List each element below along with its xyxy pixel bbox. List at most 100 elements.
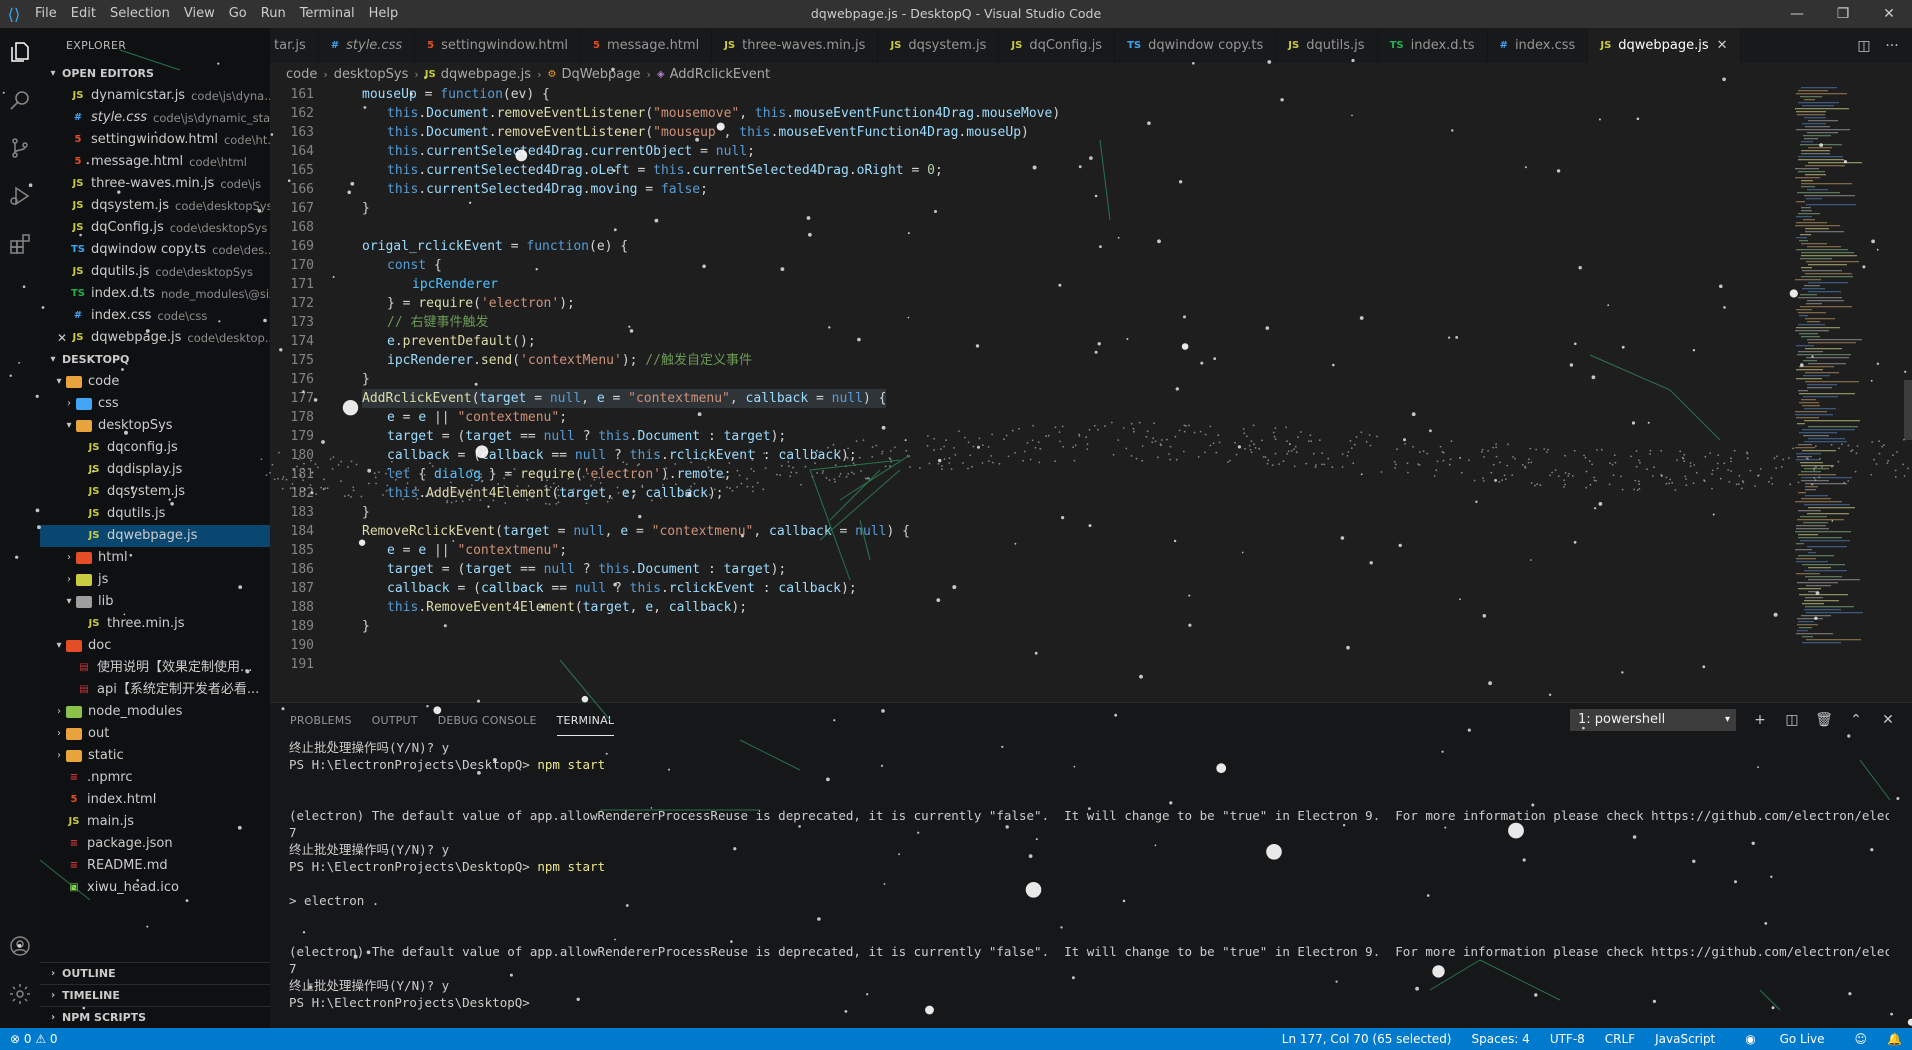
timeline-header[interactable]: › TIMELINE [40, 984, 270, 1006]
editor-tab[interactable]: tar.js [270, 28, 319, 63]
open-editor-item[interactable]: JS dqConfig.js code\desktopSys [40, 217, 270, 239]
minimize-icon[interactable]: — [1774, 0, 1820, 28]
close-icon[interactable]: ✕ [1717, 38, 1728, 53]
close-icon[interactable]: ✕ [54, 327, 70, 349]
problems-status[interactable]: ⊗ 0 ⚠ 0 [10, 1032, 58, 1046]
menu-file[interactable]: File [28, 0, 64, 28]
tree-item[interactable]: ≡ package.json [40, 833, 270, 855]
breadcrumb-item[interactable]: DqWebpage [561, 67, 640, 82]
editor-tab[interactable]: 5 message.html [581, 28, 713, 63]
tree-item[interactable]: JS dqsystem.js [40, 481, 270, 503]
npm-scripts-header[interactable]: › NPM SCRIPTS [40, 1006, 270, 1028]
editor-tab[interactable]: JS dqutils.js [1276, 28, 1378, 63]
tree-item[interactable]: JS dqwebpage.js [40, 525, 270, 547]
open-editors-header[interactable]: ▾ OPEN EDITORS [40, 63, 270, 85]
editor-tab[interactable]: JS dqsystem.js [878, 28, 1000, 63]
menu-go[interactable]: Go [222, 0, 254, 28]
minimap[interactable] [1790, 85, 1912, 702]
tab-output[interactable]: OUTPUT [372, 706, 418, 735]
tree-item[interactable]: ▾ lib [40, 591, 270, 613]
split-terminal-icon[interactable]: ◫ [1776, 712, 1808, 728]
editor-tab[interactable]: JS three-waves.min.js [712, 28, 879, 63]
editor-tab[interactable]: TS dqwindow copy.ts [1115, 28, 1277, 63]
tree-item[interactable]: 5 index.html [40, 789, 270, 811]
trash-icon[interactable]: 🗑 [1808, 712, 1840, 728]
tree-item[interactable]: › node_modules [40, 701, 270, 723]
tree-item[interactable]: JS dqconfig.js [40, 437, 270, 459]
open-editor-item[interactable]: JS three-waves.min.js code\js [40, 173, 270, 195]
outline-header[interactable]: › OUTLINE [40, 962, 270, 984]
tree-item[interactable]: ≡ .npmrc [40, 767, 270, 789]
tree-item[interactable]: ▾ doc [40, 635, 270, 657]
tree-item[interactable]: JS dqutils.js [40, 503, 270, 525]
split-editor-icon[interactable]: ◫ [1850, 38, 1878, 54]
notifications-bell-icon[interactable]: 🔔 [1887, 1032, 1902, 1046]
close-panel-icon[interactable]: ✕ [1872, 712, 1904, 728]
project-header[interactable]: ▾ DESKTOPQ [40, 349, 270, 371]
source-control-icon[interactable] [0, 124, 40, 172]
settings-gear-icon[interactable] [0, 970, 40, 1018]
run-debug-icon[interactable] [0, 172, 40, 220]
indentation-status[interactable]: Spaces: 4 [1472, 1032, 1530, 1046]
menu-terminal[interactable]: Terminal [293, 0, 362, 28]
open-editor-item[interactable]: # style.css code\js\dynamic_star [40, 107, 270, 129]
restore-icon[interactable]: ❐ [1820, 0, 1866, 28]
tab-problems[interactable]: PROBLEMS [290, 706, 352, 735]
tree-item[interactable]: ▾ desktopSys [40, 415, 270, 437]
close-window-icon[interactable]: ✕ [1866, 0, 1912, 28]
open-editor-item[interactable]: 5 settingwindow.html code\ht... [40, 129, 270, 151]
tab-terminal[interactable]: TERMINAL [556, 706, 615, 736]
explorer-icon[interactable] [0, 28, 40, 76]
maximize-panel-icon[interactable]: ⌃ [1840, 712, 1872, 728]
tree-item[interactable]: ▾ code [40, 371, 270, 393]
code-editor[interactable]: 161 mouseUp = function(ev) {162 this.Docum… [270, 85, 1790, 702]
accounts-icon[interactable] [0, 922, 40, 970]
open-editor-item[interactable]: JS dqutils.js code\desktopSys [40, 261, 270, 283]
editor-tab[interactable]: 5 settingwindow.html [415, 28, 582, 63]
new-terminal-icon[interactable]: + [1744, 712, 1776, 728]
encoding-status[interactable]: UTF-8 [1550, 1032, 1585, 1046]
editor-tab[interactable]: # index.css [1488, 28, 1589, 63]
breadcrumb-item[interactable]: AddRclickEvent [670, 67, 771, 82]
minimap-slider[interactable] [1904, 380, 1912, 440]
open-editor-item[interactable]: JS dynamicstar.js code\js\dyna... [40, 85, 270, 107]
editor-tab[interactable]: JS dqwebpage.js ✕ [1588, 28, 1741, 63]
menu-edit[interactable]: Edit [64, 0, 103, 28]
terminal-output[interactable]: 终止批处理操作吗(Y/N)? y PS H:\ElectronProjects\D… [289, 739, 1889, 1011]
editor-tab[interactable]: TS index.d.ts [1378, 28, 1488, 63]
tree-item[interactable]: › js [40, 569, 270, 591]
open-editor-item[interactable]: TS index.d.ts node_modules\@siz... [40, 283, 270, 305]
tree-item[interactable]: ≡ README.md [40, 855, 270, 877]
tree-item[interactable]: JS three.min.js [40, 613, 270, 635]
tree-item[interactable]: › out [40, 723, 270, 745]
editor-tab[interactable]: # style.css [319, 28, 416, 63]
search-icon[interactable] [0, 76, 40, 124]
language-mode[interactable]: JavaScript [1655, 1032, 1715, 1046]
tree-item[interactable]: ▤ api【系统定制开发者必看... [40, 679, 270, 701]
feedback-icon[interactable]: ☺ [1855, 1032, 1868, 1046]
tree-item[interactable]: JS dqdisplay.js [40, 459, 270, 481]
go-live-button[interactable]: ◉ Go Live [1735, 1032, 1834, 1046]
tree-item[interactable]: ▤ 使用说明【效果定制使用... [40, 657, 270, 679]
tree-item[interactable]: › static [40, 745, 270, 767]
tree-item[interactable]: › css [40, 393, 270, 415]
more-actions-icon[interactable]: ··· [1878, 38, 1906, 54]
terminal-select[interactable]: 1: powershell ▾ [1570, 709, 1736, 731]
tree-item[interactable]: › html [40, 547, 270, 569]
menu-view[interactable]: View [177, 0, 222, 28]
breadcrumb-item[interactable]: dqwebpage.js [441, 67, 531, 82]
extensions-icon[interactable] [0, 220, 40, 268]
menu-help[interactable]: Help [362, 0, 406, 28]
breadcrumb-item[interactable]: desktopSys [334, 67, 409, 82]
eol-status[interactable]: CRLF [1605, 1032, 1635, 1046]
menu-selection[interactable]: Selection [103, 0, 177, 28]
open-editor-item[interactable]: JS dqsystem.js code\desktopSys [40, 195, 270, 217]
open-editor-item[interactable]: 5 message.html code\html [40, 151, 270, 173]
menu-run[interactable]: Run [254, 0, 293, 28]
open-editor-item[interactable]: ✕ JS dqwebpage.js code\desktop... [40, 327, 270, 349]
tree-item[interactable]: ▣ xiwu_head.ico [40, 877, 270, 899]
tree-item[interactable]: JS main.js [40, 811, 270, 833]
tab-debug-console[interactable]: DEBUG CONSOLE [438, 706, 537, 735]
open-editor-item[interactable]: # index.css code\css [40, 305, 270, 327]
editor-tab[interactable]: JS dqConfig.js [999, 28, 1116, 63]
